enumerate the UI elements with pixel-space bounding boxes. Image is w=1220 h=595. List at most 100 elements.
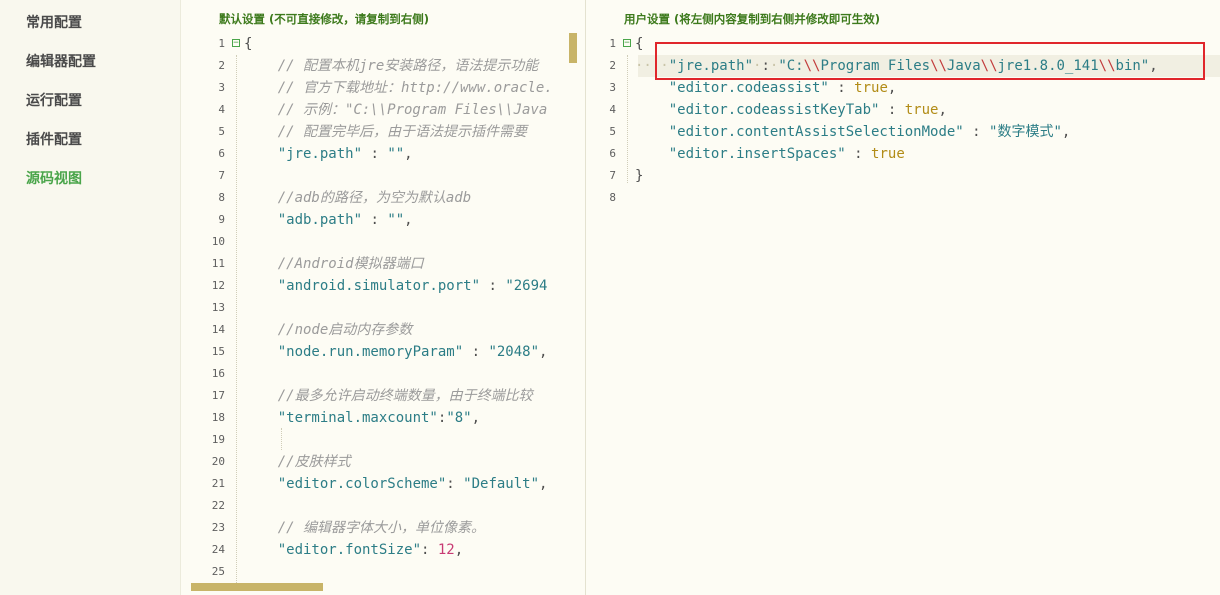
code-text: "node.run.memoryParam" : "2048",	[277, 344, 548, 360]
code-line[interactable]: 16	[181, 363, 585, 385]
line-number: 11	[211, 257, 225, 270]
line-number: 13	[211, 301, 225, 314]
code-line[interactable]: 8	[586, 187, 1220, 209]
line-number: 2	[609, 59, 616, 72]
code-line[interactable]: 24 "editor.fontSize": 12,	[181, 539, 585, 561]
code-text: "editor.colorScheme": "Default",	[277, 476, 548, 492]
line-number: 20	[211, 455, 225, 468]
code-text: "editor.fontSize": 12,	[277, 542, 464, 558]
line-number: 18	[211, 411, 225, 424]
code-text: "terminal.maxcount":"8",	[277, 410, 481, 426]
line-number: 3	[218, 81, 225, 94]
code-line[interactable]: 8 //adb的路径，为空为默认adb	[181, 187, 585, 209]
code-text: "adb.path" : "",	[277, 212, 413, 228]
code-text: "editor.codeassist" : true,	[668, 80, 897, 96]
code-line[interactable]: 9 "adb.path" : "",	[181, 209, 585, 231]
code-line[interactable]: 18 "terminal.maxcount":"8",	[181, 407, 585, 429]
code-text: //adb的路径，为空为默认adb	[277, 190, 472, 206]
nav-item-source-view[interactable]: 源码视图	[26, 168, 82, 188]
line-number: 2	[218, 59, 225, 72]
annotation-highlight-box	[655, 42, 1205, 80]
code-line[interactable]: 20 //皮肤样式	[181, 451, 585, 473]
code-line[interactable]: 5 "editor.contentAssistSelectionMode" : …	[586, 121, 1220, 143]
fold-toggle-icon[interactable]: −	[623, 39, 631, 48]
code-text: //Android模拟器端口	[277, 256, 424, 272]
code-text: "editor.contentAssistSelectionMode" : "数…	[668, 124, 1071, 140]
code-line[interactable]: 5 // 配置完毕后，由于语法提示插件需要	[181, 121, 585, 143]
line-number: 22	[211, 499, 225, 512]
code-line[interactable]: 15 "node.run.memoryParam" : "2048",	[181, 341, 585, 363]
line-number: 7	[218, 169, 225, 182]
code-text: "jre.path" : "",	[277, 146, 413, 162]
line-number: 3	[609, 81, 616, 94]
code-line[interactable]: 6 "editor.insertSpaces" : true	[586, 143, 1220, 165]
code-line[interactable]: 7	[181, 165, 585, 187]
code-text: // 官方下载地址：http://www.oracle.	[277, 80, 553, 96]
line-number: 7	[609, 169, 616, 182]
code-line[interactable]: 4 "editor.codeassistKeyTab" : true,	[586, 99, 1220, 121]
code-line[interactable]: 11 //Android模拟器端口	[181, 253, 585, 275]
line-number: 1	[218, 37, 225, 50]
line-number: 23	[211, 521, 225, 534]
code-text: // 配置本机jre安装路径，语法提示功能	[277, 58, 539, 74]
line-number: 4	[218, 103, 225, 116]
line-number: 8	[218, 191, 225, 204]
code-text: // 示例："C:\\Program Files\\Java	[277, 102, 548, 118]
line-number: 8	[609, 191, 616, 204]
user-settings-title: 用户设置 (将左侧内容复制到右侧并修改即可生效)	[624, 12, 881, 26]
line-number: 6	[218, 147, 225, 160]
line-number: 9	[218, 213, 225, 226]
user-settings-panel: 用户设置 (将左侧内容复制到右侧并修改即可生效) 1−{2 ····"jre.pa…	[585, 0, 1220, 595]
line-number: 17	[211, 389, 225, 402]
code-text: }	[635, 168, 644, 184]
default-settings-panel: 默认设置 (不可直接修改，请复制到右侧) 1−{2 // 配置本机jre安装路径…	[180, 0, 585, 595]
user-settings-editor[interactable]: 1−{2 ····"jre.path"·:·"C:\\Program Files\…	[586, 33, 1220, 595]
code-line[interactable]: 13	[181, 297, 585, 319]
line-number: 1	[609, 37, 616, 50]
line-number: 15	[211, 345, 225, 358]
line-number: 19	[211, 433, 225, 446]
line-number: 24	[211, 543, 225, 556]
code-line[interactable]: 22	[181, 495, 585, 517]
horizontal-scrollbar[interactable]	[191, 583, 323, 591]
default-settings-editor[interactable]: 1−{2 // 配置本机jre安装路径，语法提示功能 3 // 官方下载地址：ht…	[181, 33, 585, 595]
code-text: // 配置完毕后，由于语法提示插件需要	[277, 124, 528, 140]
line-number: 16	[211, 367, 225, 380]
code-text: {	[635, 36, 644, 52]
line-number: 12	[211, 279, 225, 292]
nav-item-general[interactable]: 常用配置	[26, 12, 82, 32]
code-line[interactable]: 23 // 编辑器字体大小，单位像素。	[181, 517, 585, 539]
line-number: 10	[211, 235, 225, 248]
code-line[interactable]: 1−{	[181, 33, 585, 55]
code-line[interactable]: 19	[181, 429, 585, 451]
line-number: 4	[609, 103, 616, 116]
nav-item-editor[interactable]: 编辑器配置	[26, 51, 96, 71]
code-line[interactable]: 25	[181, 561, 585, 583]
line-number: 5	[609, 125, 616, 138]
code-text: "editor.codeassistKeyTab" : true,	[668, 102, 947, 118]
code-line[interactable]: 10	[181, 231, 585, 253]
code-text: //node启动内存参数	[277, 322, 413, 338]
nav-item-run[interactable]: 运行配置	[26, 90, 82, 110]
code-text: "editor.insertSpaces" : true	[668, 146, 905, 162]
code-line[interactable]: 3 // 官方下载地址：http://www.oracle.	[181, 77, 585, 99]
line-number: 21	[211, 477, 225, 490]
code-line[interactable]: 14 //node启动内存参数	[181, 319, 585, 341]
line-number: 6	[609, 147, 616, 160]
code-line[interactable]: 17 //最多允许启动终端数量，由于终端比较	[181, 385, 585, 407]
code-text: //皮肤样式	[277, 454, 351, 470]
vertical-scrollbar[interactable]	[569, 33, 577, 63]
nav-item-plugins[interactable]: 插件配置	[26, 129, 82, 149]
code-text: // 编辑器字体大小，单位像素。	[277, 520, 486, 536]
code-line[interactable]: 2 // 配置本机jre安装路径，语法提示功能	[181, 55, 585, 77]
code-line[interactable]: 4 // 示例："C:\\Program Files\\Java	[181, 99, 585, 121]
fold-toggle-icon[interactable]: −	[232, 39, 240, 48]
line-number: 14	[211, 323, 225, 336]
code-text: "android.simulator.port" : "2694	[277, 278, 548, 294]
code-line[interactable]: 21 "editor.colorScheme": "Default",	[181, 473, 585, 495]
code-line[interactable]: 3 "editor.codeassist" : true,	[586, 77, 1220, 99]
code-line[interactable]: 12 "android.simulator.port" : "2694	[181, 275, 585, 297]
code-line[interactable]: 6 "jre.path" : "",	[181, 143, 585, 165]
line-number: 25	[211, 565, 225, 578]
code-line[interactable]: 7}	[586, 165, 1220, 187]
